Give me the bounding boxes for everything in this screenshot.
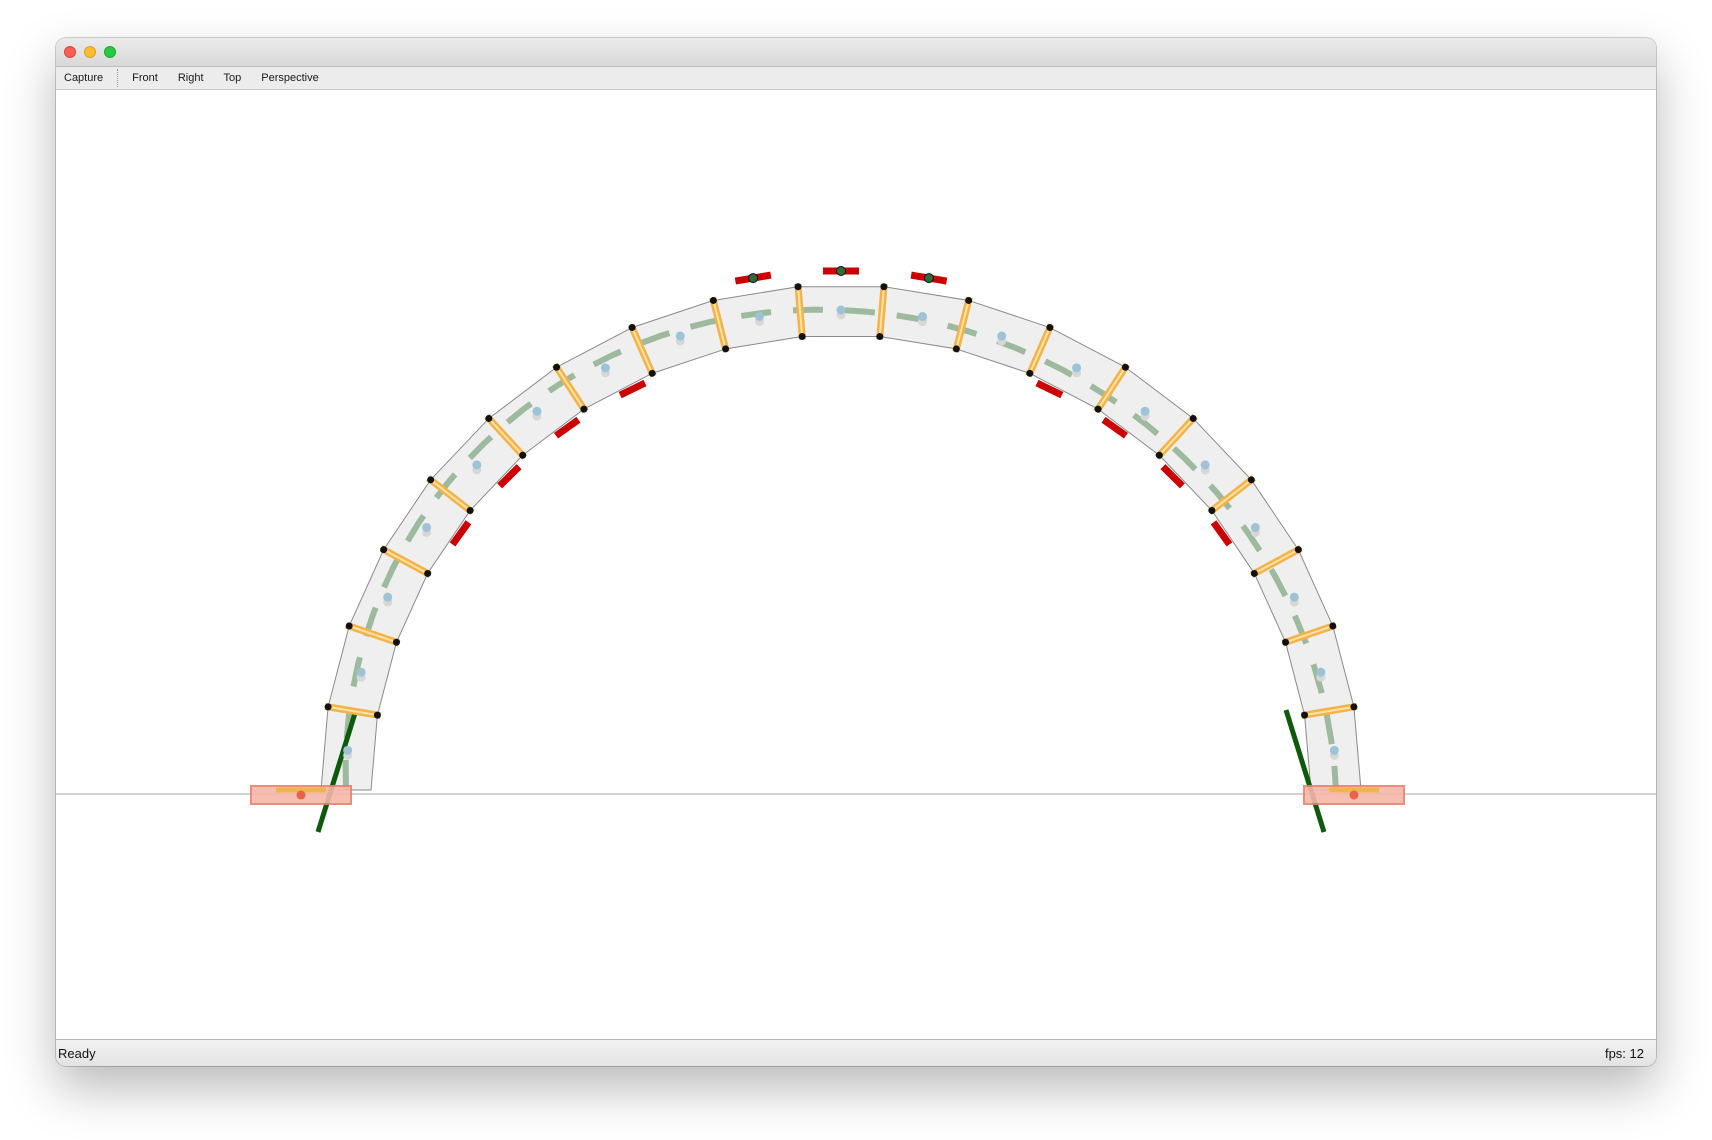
force-node-top (836, 266, 846, 276)
joint-node-inner (876, 333, 884, 341)
toolbar: Capture Front Right Top Perspective (56, 67, 1656, 90)
segment-centroid (343, 745, 353, 755)
joint-node-outer (345, 622, 353, 630)
segment-centroid (532, 406, 542, 416)
joint-node-inner (1282, 638, 1290, 646)
joint-node-inner (1250, 569, 1258, 577)
segment-centroid (1072, 363, 1082, 373)
support-left-point (296, 790, 306, 800)
joint-node-inner (1301, 711, 1309, 719)
zoom-window-button[interactable] (104, 46, 116, 58)
arch-scene[interactable] (56, 90, 1656, 1040)
status-bar: Ready fps: 12 (56, 1039, 1656, 1066)
joint-node-inner (1208, 507, 1216, 515)
segment-centroid (1289, 592, 1299, 602)
joint-node-inner (1026, 369, 1034, 377)
perspective-view-button[interactable]: Perspective (251, 67, 328, 89)
joint-node-outer (1329, 622, 1337, 630)
joint-node-inner (519, 451, 527, 459)
fps-counter: fps: 12 (1604, 1046, 1644, 1061)
segment-centroid (675, 331, 685, 341)
joint-node-inner (580, 405, 588, 413)
segment-centroid (836, 305, 846, 315)
status-message: Ready (58, 1046, 96, 1061)
joint-node-inner (424, 569, 432, 577)
segment-centroid (472, 460, 482, 470)
title-bar (56, 38, 1656, 67)
joint-node-outer (1189, 414, 1197, 422)
joint-node-outer (553, 363, 561, 371)
joint-node-outer (1121, 363, 1129, 371)
joint-node-inner (798, 333, 806, 341)
joint-node-outer (427, 476, 435, 484)
segment-centroid (997, 331, 1007, 341)
toolbar-separator (117, 69, 119, 87)
joint-node-outer (709, 296, 717, 304)
joint-node-inner (1094, 405, 1102, 413)
joint-node-outer (380, 546, 388, 554)
joint-node-inner (722, 345, 730, 353)
segment-centroid (422, 522, 432, 532)
joint-node-outer (965, 296, 973, 304)
joint-node-inner (373, 711, 381, 719)
segment-centroid (917, 312, 927, 322)
capture-button[interactable]: Capture (56, 67, 113, 89)
top-view-button[interactable]: Top (214, 67, 252, 89)
joint-node-outer (1294, 546, 1302, 554)
force-node-top (748, 273, 759, 284)
joint-node-outer (880, 283, 888, 291)
segment-centroid (755, 312, 765, 322)
segment-centroid (1316, 667, 1326, 677)
joint-node-inner (1155, 451, 1163, 459)
segment-centroid (356, 667, 366, 677)
segment-centroid (600, 363, 610, 373)
joint-node-inner (952, 345, 960, 353)
close-window-button[interactable] (64, 46, 76, 58)
right-view-button[interactable]: Right (168, 67, 214, 89)
3d-viewport[interactable] (56, 90, 1656, 1040)
segment-centroid (1200, 460, 1210, 470)
force-node-top (923, 273, 934, 284)
joint-node-outer (1247, 476, 1255, 484)
segment-centroid (1329, 745, 1339, 755)
joint-node-outer (485, 414, 493, 422)
joint-node-outer (628, 324, 636, 332)
joint-node-inner (466, 507, 474, 515)
joint-node-outer (1046, 324, 1054, 332)
joint-node-outer (324, 703, 332, 711)
front-view-button[interactable]: Front (122, 67, 168, 89)
thrust-line-light (342, 306, 1339, 791)
segment-centroid (383, 592, 393, 602)
joint-node-outer (1350, 703, 1358, 711)
segment-centroid (1140, 406, 1150, 416)
joint-node-inner (392, 638, 400, 646)
app-window: Capture Front Right Top Perspective Read… (56, 38, 1656, 1066)
minimize-window-button[interactable] (84, 46, 96, 58)
joint-node-inner (648, 369, 656, 377)
segment-centroid (1250, 522, 1260, 532)
support-right-point (1349, 790, 1359, 800)
joint-node-outer (794, 283, 802, 291)
